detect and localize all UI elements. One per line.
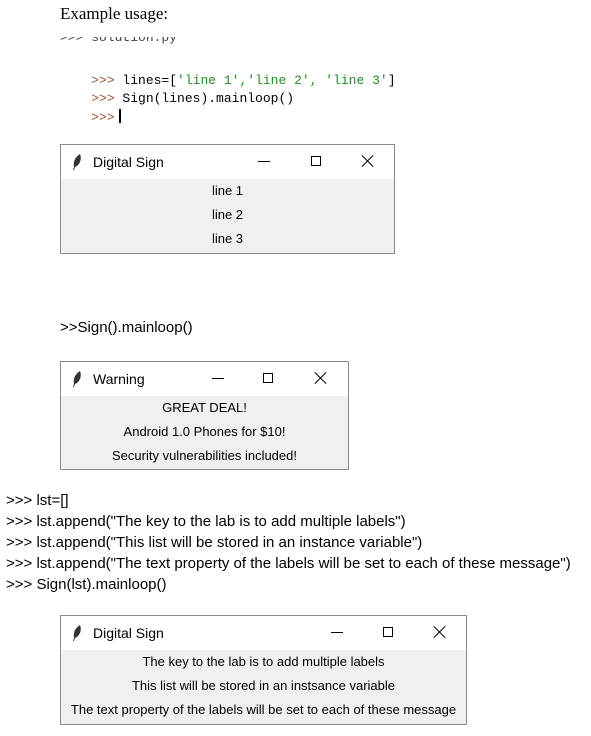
sign-label: The text property of the labels will be … [70,702,457,717]
sign-label: Android 1.0 Phones for $10! [123,424,286,439]
close-icon [313,370,329,386]
maximize-button[interactable] [297,145,337,179]
code-line-prompt[interactable]: >>> [60,91,121,145]
minimize-button[interactable] [317,616,357,650]
minimize-icon [331,632,343,633]
example-usage-heading: Example usage: [60,4,169,23]
window-title: Digital Sign [93,154,164,170]
sign-label: line 1 [211,183,244,198]
window-title: Warning [93,371,145,387]
warning-window: Warning GREAT DEAL! Android 1.0 Phones f… [60,361,349,470]
maximize-button[interactable] [369,616,409,650]
minimize-button[interactable] [198,362,238,396]
feather-icon [73,154,81,170]
sign-label: Security vulnerabilities included! [112,448,297,463]
title-bar[interactable]: Warning [61,362,348,396]
feather-icon [73,371,81,387]
sign-label: line 3 [211,231,244,246]
text-cursor [118,109,121,123]
feather-icon [73,625,81,641]
maximize-icon [263,373,273,383]
session-line: >>> lst.append("The key to the lab is to… [6,513,406,530]
session-line: >>> Sign(lst).mainloop() [6,576,167,593]
session-line: >>> lst=[] [6,492,69,509]
session-line: >>> lst.append("This list will be stored… [6,534,423,551]
label-list: line 1 line 2 line 3 [61,179,394,251]
code-line-cut: >>> solution.py [60,34,178,45]
sign-label: line 2 [211,207,244,222]
maximize-button[interactable] [249,362,289,396]
title-bar[interactable]: Digital Sign [61,145,394,179]
digital-sign-window-3: Digital Sign The key to the lab is to ad… [60,615,467,725]
close-button[interactable] [301,362,341,396]
window-title: Digital Sign [93,625,164,641]
call-sign-empty: >>Sign().mainloop() [60,319,193,336]
close-button[interactable] [348,145,388,179]
maximize-icon [311,156,321,166]
sign-label: This list will be stored in an instsance… [131,678,395,693]
sign-label: GREAT DEAL! [162,400,247,415]
session-line: >>> lst.append("The text property of the… [6,555,571,572]
label-list: GREAT DEAL! Android 1.0 Phones for $10! … [61,396,348,468]
code-text: ] [387,73,396,88]
minimize-button[interactable] [244,145,284,179]
close-icon [432,624,448,640]
prompt: >>> [91,110,115,125]
close-icon [360,153,376,169]
close-button[interactable] [420,616,460,650]
label-list: The key to the lab is to add multiple la… [61,650,466,722]
minimize-icon [258,161,270,162]
digital-sign-window-1: Digital Sign line 1 line 2 line 3 [60,144,395,254]
sign-label: The key to the lab is to add multiple la… [142,654,385,669]
title-bar[interactable]: Digital Sign [61,616,466,650]
minimize-icon [212,378,224,379]
code-text: Sign(lines).mainloop() [114,91,295,106]
maximize-icon [383,627,393,637]
